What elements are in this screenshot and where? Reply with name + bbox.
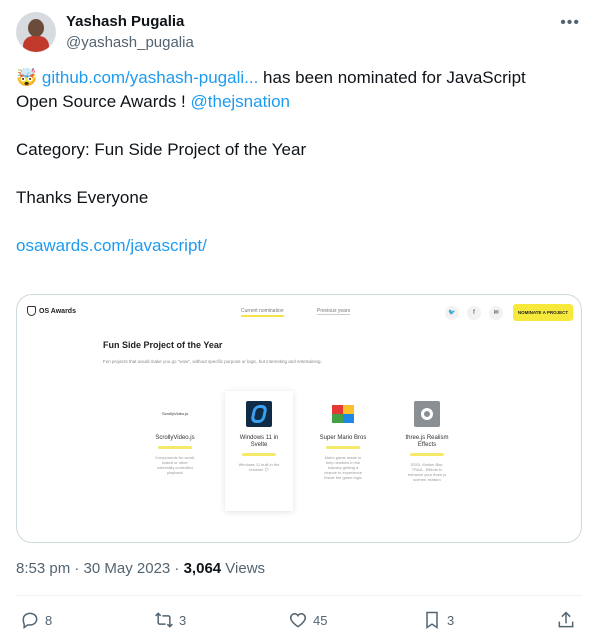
category-line: Category: Fun Side Project of the Year (16, 140, 307, 159)
mail-icon: ✉ (489, 306, 503, 320)
retweet-count: 3 (179, 612, 187, 628)
nav-previous-years: Previous years (317, 308, 351, 315)
section-title: Fun Side Project of the Year (103, 340, 223, 350)
nominate-project-button: NOMINATE A PROJECT (513, 304, 573, 321)
emoji: 🤯 (16, 68, 38, 87)
tweet-text-part: has been nominated for JavaScript (258, 68, 526, 87)
project-card: ScrollyVideo.js ScrollyVideo.js Componen… (141, 391, 209, 511)
tweet-text-part: Open Source Awards ! (16, 92, 191, 111)
bookmark-count: 3 (447, 612, 455, 628)
mention-link[interactable]: @thejsnation (191, 92, 291, 111)
bookmark-icon (426, 611, 438, 629)
share-icon (558, 611, 574, 628)
bookmark-button[interactable]: 3 (422, 609, 454, 631)
project-title: ScrollyVideo.js (155, 435, 195, 441)
author-name[interactable]: Yashash Pugalia (66, 13, 184, 30)
tweet-text: 🤯 github.com/yashash-pugali... has been … (16, 66, 582, 258)
project-card: Super Mario Bros Mario game made to help… (309, 391, 377, 511)
reply-count: 8 (45, 612, 53, 628)
timestamp[interactable]: 8:53 pm · 30 May 2023 · (16, 560, 184, 577)
like-button[interactable]: 45 (288, 609, 327, 631)
retweet-button[interactable]: 3 (154, 609, 186, 631)
tweet-metadata: 8:53 pm · 30 May 2023 · 3,064 Views (16, 560, 265, 577)
project-description: Mario game made to help newbies in the i… (323, 455, 363, 480)
project-title: Windows 11 in Svelte (239, 435, 279, 448)
views-count: 3,064 (183, 560, 222, 577)
more-options-icon[interactable]: ••• (560, 14, 580, 32)
scrollyvideo-logo: ScrollyVideo.js (162, 411, 189, 416)
github-logo-icon (414, 401, 440, 427)
project-description: Components for scroll-based or other ext… (154, 455, 196, 475)
avatar[interactable] (16, 12, 56, 52)
mario-logo-icon (330, 401, 356, 427)
os-awards-logo: OS Awards (27, 306, 76, 316)
share-button[interactable] (556, 609, 576, 631)
section-subtitle: Fun projects that would make you go "wow… (103, 359, 322, 364)
thanks-line: Thanks Everyone (16, 188, 149, 207)
views-label: Views (221, 560, 266, 577)
svelte-logo-icon (246, 401, 272, 427)
facebook-icon: f (467, 306, 481, 320)
author-handle[interactable]: @yashash_pugalia (66, 34, 194, 51)
reply-button[interactable]: 8 (20, 609, 52, 631)
shield-icon (27, 306, 36, 316)
project-description: SSGI, Motion Blur, TRAA - Effects to enh… (407, 462, 447, 482)
project-description: Windows 11 built in the browser 😊 (238, 462, 280, 472)
tweet-header: Yashash Pugalia @yashash_pugalia ••• (16, 12, 582, 56)
reply-icon (22, 612, 38, 629)
project-card: Windows 11 in Svelte Windows 11 built in… (225, 391, 293, 511)
project-title: three.js Realism Effects (405, 435, 449, 448)
divider (16, 595, 582, 596)
github-link[interactable]: github.com/yashash-pugali... (42, 68, 258, 87)
link-preview-card[interactable]: OS Awards Current nomination Previous ye… (16, 294, 582, 543)
heart-icon (289, 612, 307, 628)
osawards-link[interactable]: osawards.com/javascript/ (16, 236, 207, 255)
nav-current-nomination: Current nomination (241, 308, 284, 317)
retweet-icon (155, 612, 173, 628)
like-count: 45 (313, 612, 328, 628)
project-card: three.js Realism Effects SSGI, Motion Bl… (393, 391, 461, 511)
twitter-icon: 🐦 (445, 306, 459, 320)
project-title: Super Mario Bros (319, 435, 367, 441)
